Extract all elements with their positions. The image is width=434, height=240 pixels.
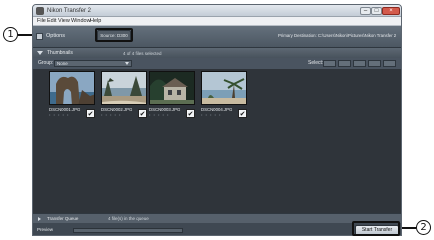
select-none-button[interactable] <box>338 60 351 67</box>
thumbnail-item[interactable]: DSCN0001.JPG • • • • • ✔ <box>49 71 95 119</box>
status-bar: Preview Start Transfer <box>33 223 401 235</box>
transfer-progress-bar <box>73 228 183 233</box>
thumbnail-checkbox[interactable]: ✔ <box>238 109 247 118</box>
menu-edit[interactable]: Edit <box>47 17 56 26</box>
menu-help[interactable]: Help <box>90 17 101 26</box>
thumbnail-item[interactable]: DSCN0002.JPG • • • • • ✔ <box>101 71 147 119</box>
thumbnail-image-palm-beach[interactable] <box>201 71 247 105</box>
rating-dots[interactable]: • • • • • <box>101 113 121 117</box>
select-protected-button[interactable] <box>368 60 381 67</box>
callout-1-highlight <box>95 28 133 42</box>
window-title: Nikon Transfer 2 <box>47 8 92 14</box>
callout-2: 2 <box>416 220 431 235</box>
callout-2-leader-line <box>400 227 416 229</box>
expand-arrow-icon[interactable] <box>38 217 41 221</box>
collapse-arrow-icon[interactable] <box>37 51 43 55</box>
callout-2-highlight <box>352 221 400 236</box>
thumbnail-image-beach[interactable] <box>101 71 147 105</box>
menu-bar: File Edit View Window Help <box>33 17 401 26</box>
menu-window[interactable]: Window <box>71 17 91 26</box>
thumbnails-panel-header[interactable]: Thumbnails 4 of 4 files selected <box>33 47 401 58</box>
menu-file[interactable]: File <box>37 17 46 26</box>
thumbnail-checkbox[interactable]: ✔ <box>86 109 95 118</box>
transfer-queue-header[interactable]: Transfer Queue 4 file(s) in the queue <box>33 213 401 223</box>
rating-dots[interactable]: • • • • • <box>149 113 169 117</box>
chevron-down-icon <box>125 62 129 65</box>
thumbnail-item[interactable]: DSCN0003.JPG • • • • • ✔ <box>149 71 195 119</box>
rating-dots[interactable]: • • • • • <box>201 113 221 117</box>
rating-dots[interactable]: • • • • • <box>49 113 69 117</box>
app-icon <box>36 7 44 15</box>
group-label: Group: <box>38 60 54 66</box>
thumbnail-checkbox[interactable]: ✔ <box>138 109 147 118</box>
thumbnail-item[interactable]: DSCN0004.JPG • • • • • ✔ <box>201 71 247 119</box>
options-label[interactable]: Options <box>46 31 65 41</box>
thumbnail-image-rock-arch[interactable] <box>49 71 95 105</box>
callout-1: 1 <box>3 27 18 42</box>
select-flagged-button[interactable] <box>383 60 396 67</box>
select-new-button[interactable] <box>353 60 366 67</box>
preview-label: Preview <box>37 227 54 232</box>
manual-figure: 1 2 Nikon Transfer 2 – □ × File Edit Vie… <box>0 0 434 240</box>
nikon-transfer-window: Nikon Transfer 2 – □ × File Edit View Wi… <box>32 4 402 236</box>
options-toggle-button[interactable] <box>36 33 43 40</box>
group-toolbar: Group: None Select: <box>33 58 401 69</box>
group-dropdown-value: None <box>57 61 68 66</box>
group-dropdown[interactable]: None <box>54 60 132 67</box>
thumbnail-gallery: DSCN0001.JPG • • • • • ✔ DSCN0002.JPG • … <box>33 69 401 213</box>
thumbnail-checkbox[interactable]: ✔ <box>186 109 195 118</box>
title-bar[interactable]: Nikon Transfer 2 – □ × <box>33 5 401 17</box>
close-button[interactable]: × <box>382 7 400 15</box>
maximize-button[interactable]: □ <box>371 7 382 15</box>
thumbnail-image-house[interactable] <box>149 71 195 105</box>
primary-destination-text: Primary Destination: C:\Users\Nikon\Pict… <box>278 33 397 38</box>
select-all-button[interactable] <box>323 60 336 67</box>
options-bar: Options Source: D300 Primary Destination… <box>33 26 401 47</box>
menu-view[interactable]: View <box>58 17 70 26</box>
minimize-button[interactable]: – <box>360 7 371 15</box>
select-label: Select: <box>308 60 324 66</box>
